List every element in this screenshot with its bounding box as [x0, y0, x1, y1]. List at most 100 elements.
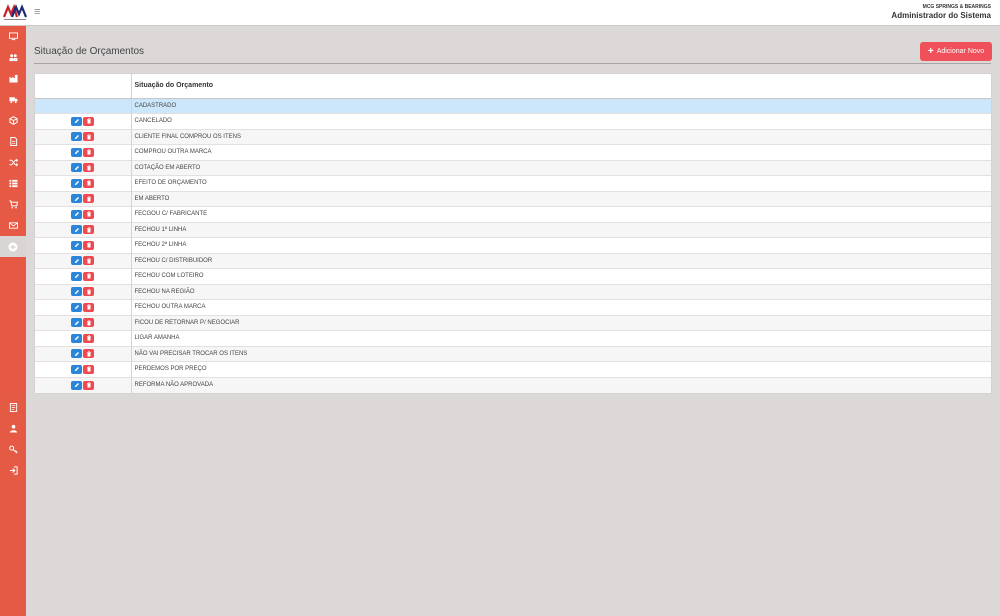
- trash-icon: [86, 227, 91, 233]
- sidebar-item-dashboard[interactable]: [0, 26, 26, 47]
- edit-button[interactable]: [71, 225, 83, 235]
- table-row[interactable]: FECHOU 1ª LINHA: [35, 221, 991, 238]
- cart-icon: [8, 200, 18, 209]
- edit-button[interactable]: [71, 287, 83, 297]
- table-row[interactable]: LIGAR AMANHA: [35, 330, 991, 346]
- edit-button[interactable]: [71, 349, 83, 359]
- sidebar-item-reports[interactable]: [0, 397, 26, 418]
- table-row[interactable]: PERDEMOS POR PREÇO: [35, 361, 991, 377]
- delete-button[interactable]: [83, 333, 95, 343]
- status-cell: FECHOU COM LOTEIRO: [131, 268, 991, 284]
- table-row[interactable]: CANCELADO: [35, 113, 991, 129]
- user-role[interactable]: Administrador do Sistema: [891, 11, 991, 20]
- pencil-icon: [74, 258, 79, 263]
- row-actions: [35, 376, 132, 393]
- delete-button[interactable]: [83, 364, 95, 374]
- delete-button[interactable]: [83, 256, 95, 266]
- sidebar-item-products[interactable]: [0, 110, 26, 131]
- table-row[interactable]: FECHOU NA REGIÃO: [35, 283, 991, 300]
- row-actions: [35, 345, 132, 362]
- edit-button[interactable]: [71, 240, 83, 250]
- table-row[interactable]: REFORMA NÃO APROVADA: [35, 376, 991, 393]
- delete-button[interactable]: [83, 132, 95, 142]
- sidebar-item-shipping[interactable]: [0, 89, 26, 110]
- edit-button[interactable]: [71, 209, 83, 219]
- delete-button[interactable]: [83, 318, 95, 328]
- edit-button[interactable]: [71, 364, 83, 374]
- pencil-icon: [74, 320, 79, 325]
- delete-button[interactable]: [83, 302, 95, 312]
- table-row[interactable]: COTAÇÃO EM ABERTO: [35, 159, 991, 176]
- edit-button[interactable]: [71, 147, 83, 157]
- edit-button[interactable]: [71, 271, 83, 281]
- edit-button[interactable]: [71, 318, 83, 328]
- delete-button[interactable]: [83, 147, 95, 157]
- sidebar-item-budget-status[interactable]: [0, 236, 26, 257]
- edit-button[interactable]: [71, 163, 83, 173]
- table-row[interactable]: NÃO VAI PRECISAR TROCAR OS ITENS: [35, 345, 991, 362]
- sidebar-item-messages[interactable]: [0, 215, 26, 236]
- pencil-icon: [74, 227, 79, 232]
- sidebar-item-lists[interactable]: [0, 173, 26, 194]
- trash-icon: [86, 258, 91, 264]
- document-icon: [9, 137, 17, 146]
- edit-button[interactable]: [71, 380, 83, 390]
- sidebar-item-transfers[interactable]: [0, 152, 26, 173]
- pencil-icon: [74, 165, 79, 170]
- status-cell: EFEITO DE ORÇAMENTO: [131, 175, 991, 191]
- status-column-header[interactable]: Situação do Orçamento: [131, 74, 991, 99]
- edit-button[interactable]: [71, 132, 83, 142]
- sidebar-item-factory[interactable]: [0, 68, 26, 89]
- status-cell: COMPROU OUTRA MARCA: [131, 144, 991, 160]
- add-new-button[interactable]: + Adicionar Novo: [920, 42, 992, 61]
- trash-icon: [86, 242, 91, 248]
- trash-icon: [86, 320, 91, 326]
- delete-button[interactable]: [83, 194, 95, 204]
- delete-button[interactable]: [83, 380, 95, 390]
- table-row[interactable]: FICOU DE RETORNAR P/ NEGOCIAR: [35, 314, 991, 331]
- pencil-icon: [74, 150, 79, 155]
- truck-icon: [8, 97, 18, 104]
- table-row[interactable]: FECHOU OUTRA MARCA: [35, 299, 991, 315]
- table-row[interactable]: FECHOU 2ª LINHA: [35, 237, 991, 253]
- edit-button[interactable]: [71, 256, 83, 266]
- table-row[interactable]: CADASTRADO: [35, 97, 991, 114]
- delete-button[interactable]: [83, 209, 95, 219]
- table-row[interactable]: COMPROU OUTRA MARCA: [35, 144, 991, 160]
- sidebar-item-profile[interactable]: [0, 418, 26, 439]
- status-cell: REFORMA NÃO APROVADA: [131, 376, 991, 393]
- edit-button[interactable]: [71, 333, 83, 343]
- sidebar-item-clients[interactable]: [0, 47, 26, 68]
- company-logo[interactable]: [3, 4, 27, 22]
- delete-button[interactable]: [83, 349, 95, 359]
- table-row[interactable]: FECHOU COM LOTEIRO: [35, 268, 991, 284]
- trash-icon: [86, 118, 91, 124]
- edit-button[interactable]: [71, 302, 83, 312]
- table-row[interactable]: CLIENTE FINAL COMPROU OS ITENS: [35, 128, 991, 145]
- report-icon: [9, 403, 17, 412]
- delete-button[interactable]: [83, 240, 95, 250]
- row-actions: [35, 128, 132, 145]
- edit-button[interactable]: [71, 194, 83, 204]
- edit-button[interactable]: [71, 178, 83, 188]
- table-row[interactable]: FECGOU C/ FABRICANTE: [35, 206, 991, 222]
- table-row[interactable]: FECHOU C/ DISTRIBUIDOR: [35, 252, 991, 269]
- delete-button[interactable]: [83, 163, 95, 173]
- sidebar-item-logout[interactable]: [0, 460, 26, 481]
- sidebar: [0, 26, 26, 616]
- row-actions: [35, 221, 132, 238]
- hamburger-icon[interactable]: ≡: [34, 6, 40, 18]
- monitor-icon: [8, 32, 18, 41]
- sidebar-item-password[interactable]: [0, 439, 26, 460]
- table-row[interactable]: EFEITO DE ORÇAMENTO: [35, 175, 991, 191]
- delete-button[interactable]: [83, 287, 95, 297]
- delete-button[interactable]: [83, 225, 95, 235]
- sidebar-item-documents[interactable]: [0, 131, 26, 152]
- delete-button[interactable]: [83, 271, 95, 281]
- sidebar-item-orders[interactable]: [0, 194, 26, 215]
- delete-button[interactable]: [83, 116, 95, 126]
- row-actions: [35, 206, 132, 222]
- table-row[interactable]: EM ABERTO: [35, 190, 991, 207]
- edit-button[interactable]: [71, 116, 83, 126]
- delete-button[interactable]: [83, 178, 95, 188]
